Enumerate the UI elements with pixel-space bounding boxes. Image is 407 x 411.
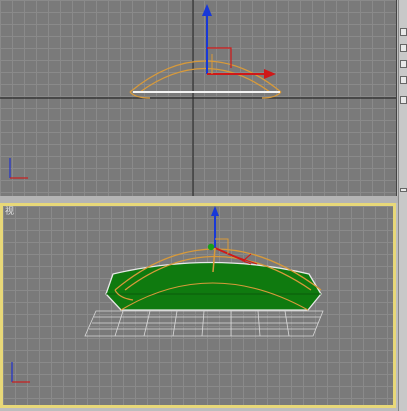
top-viewport-scene (0, 0, 396, 196)
panel-tab-2[interactable] (400, 44, 407, 52)
command-panel-strip[interactable] (398, 0, 407, 411)
axis-tripod-icon (11, 362, 30, 383)
axis-tripod-icon (9, 158, 28, 179)
top-viewport[interactable] (0, 0, 397, 196)
panel-tab-6[interactable] (400, 188, 407, 192)
panel-tab-4[interactable] (400, 76, 407, 84)
panel-tab-1[interactable] (400, 28, 407, 36)
panel-tab-5[interactable] (400, 96, 407, 104)
panel-tab-3[interactable] (400, 60, 407, 68)
perspective-viewport-scene (11, 206, 324, 383)
perspective-viewport[interactable]: 视 (0, 203, 396, 408)
viewport-divider[interactable] (0, 196, 398, 203)
ground-grid (84, 310, 324, 337)
